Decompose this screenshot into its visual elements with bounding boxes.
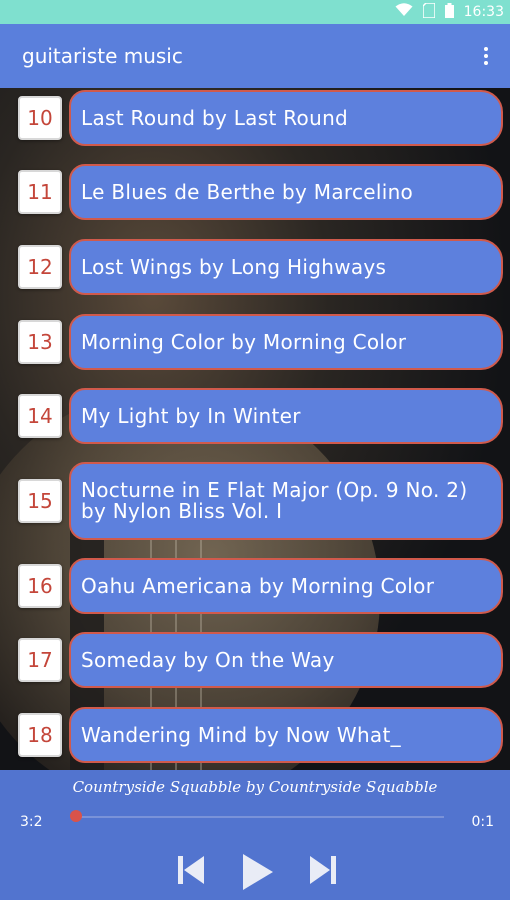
- song-number: 12: [18, 245, 62, 289]
- song-title[interactable]: Oahu Americana by Morning Color: [69, 558, 503, 614]
- status-time: 16:33: [463, 4, 504, 20]
- app-title: guitariste music: [22, 44, 183, 68]
- skip-next-icon[interactable]: [306, 852, 346, 888]
- status-bar: 16:33: [0, 0, 510, 24]
- song-number: 16: [18, 564, 62, 608]
- song-row[interactable]: 13 Morning Color by Morning Color: [18, 314, 504, 370]
- song-row[interactable]: 10 Last Round by Last Round: [18, 90, 504, 146]
- song-row[interactable]: 15 Nocturne in E Flat Major (Op. 9 No. 2…: [18, 462, 504, 540]
- song-number: 17: [18, 638, 62, 682]
- wifi-icon: [395, 3, 413, 21]
- song-row[interactable]: 14 My Light by In Winter: [18, 388, 504, 444]
- overflow-menu-icon[interactable]: [476, 44, 496, 68]
- song-number: 10: [18, 96, 62, 140]
- song-row[interactable]: 12 Lost Wings by Long Highways: [18, 239, 504, 295]
- song-title[interactable]: Le Blues de Berthe by Marcelino: [69, 164, 503, 220]
- song-number: 11: [18, 170, 62, 214]
- song-title[interactable]: Morning Color by Morning Color: [69, 314, 503, 370]
- song-row[interactable]: 11 Le Blues de Berthe by Marcelino: [18, 164, 504, 220]
- song-title[interactable]: My Light by In Winter: [69, 388, 503, 444]
- song-title[interactable]: Nocturne in E Flat Major (Op. 9 No. 2) b…: [69, 462, 503, 540]
- play-icon[interactable]: [237, 852, 277, 890]
- song-title[interactable]: Lost Wings by Long Highways: [69, 239, 503, 295]
- song-title[interactable]: Someday by On the Way: [69, 632, 503, 688]
- song-title[interactable]: Wandering Mind by Now What_: [69, 707, 503, 763]
- song-title[interactable]: Last Round by Last Round: [69, 90, 503, 146]
- app-bar: guitariste music: [0, 24, 510, 88]
- song-number: 14: [18, 394, 62, 438]
- seek-bar[interactable]: [72, 816, 444, 818]
- song-row[interactable]: 18 Wandering Mind by Now What_: [18, 707, 504, 763]
- music-player: Countryside Squabble by Countryside Squa…: [0, 770, 510, 900]
- seek-thumb[interactable]: [70, 810, 82, 822]
- song-row[interactable]: 16 Oahu Americana by Morning Color: [18, 558, 504, 614]
- battery-icon: [444, 2, 454, 22]
- song-number: 15: [18, 479, 62, 523]
- now-playing-title: Countryside Squabble by Countryside Squa…: [72, 778, 438, 796]
- song-number: 18: [18, 713, 62, 757]
- elapsed-time: 3:2: [20, 814, 43, 830]
- song-row[interactable]: 17 Someday by On the Way: [18, 632, 504, 688]
- duration-time: 0:1: [471, 814, 494, 830]
- sim-icon: [421, 1, 436, 22]
- song-list[interactable]: 10 Last Round by Last Round 11 Le Blues …: [0, 88, 510, 770]
- skip-previous-icon[interactable]: [172, 852, 212, 888]
- song-number: 13: [18, 320, 62, 364]
